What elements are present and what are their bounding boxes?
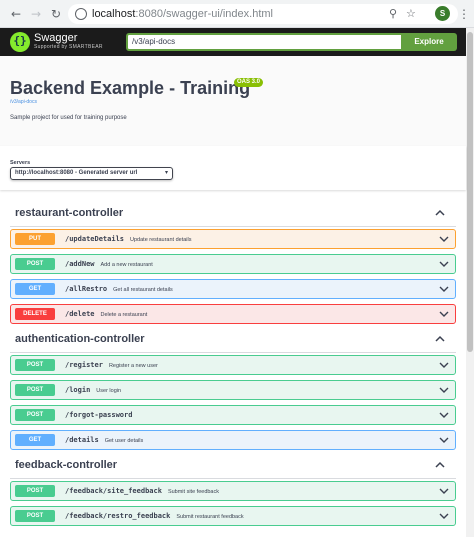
page-scrollbar[interactable] <box>466 28 474 537</box>
operation-path: /forgot-password <box>65 411 133 419</box>
chevron-down-icon[interactable] <box>439 234 449 244</box>
url-text: localhost:8080/swagger-ui/index.html <box>92 8 273 20</box>
version-badge: OAS 3.0 <box>234 78 264 87</box>
chevron-down-icon[interactable] <box>439 486 449 496</box>
operation-path: /delete Delete a restaurant <box>65 310 148 318</box>
tag-feedback-controller[interactable]: feedback-controller <box>10 453 456 479</box>
logo-text: Swagger <box>34 32 78 44</box>
operation-get-details[interactable]: GET /details Get user details <box>10 430 456 450</box>
chevron-down-icon[interactable] <box>439 511 449 521</box>
method-badge: DELETE <box>15 308 55 320</box>
operation-path: /register Register a new user <box>65 361 158 369</box>
spec-url-input[interactable]: /v3/api-docs <box>126 33 403 51</box>
operation-post-register[interactable]: POST /register Register a new user <box>10 355 456 375</box>
tag-title: feedback-controller <box>15 459 118 471</box>
method-badge: GET <box>15 283 55 295</box>
operation-summary: Submit restaurant feedback <box>176 514 244 520</box>
chevron-down-icon[interactable] <box>439 259 449 269</box>
servers-select[interactable]: http://localhost:8080 - Generated server… <box>10 167 173 180</box>
servers-selected-value: http://localhost:8080 - Generated server… <box>15 170 138 176</box>
chevron-down-icon[interactable] <box>439 385 449 395</box>
operation-post-addnew[interactable]: POST /addNew Add a new restaurant <box>10 254 456 274</box>
chevron-down-icon[interactable] <box>439 435 449 445</box>
method-badge: POST <box>15 359 55 371</box>
reload-icon[interactable]: ↻ <box>48 6 64 22</box>
chevron-up-icon[interactable] <box>434 459 446 471</box>
method-badge: POST <box>15 485 55 497</box>
arrow-left-icon[interactable]: ← <box>8 6 24 22</box>
operation-summary: Register a new user <box>108 363 158 369</box>
operation-path: /allRestro Get all restaurant details <box>65 285 173 293</box>
operation-summary: Delete a restaurant <box>100 312 148 318</box>
chevron-down-icon[interactable] <box>439 309 449 319</box>
browser-toolbar: ← → ↻ localhost:8080/swagger-ui/index.ht… <box>0 0 474 28</box>
tag-authentication-controller[interactable]: authentication-controller <box>10 327 456 353</box>
logo-subtext: Supported by SMARTBEAR <box>34 44 103 50</box>
method-badge: GET <box>15 434 55 446</box>
operation-summary: Get all restaurant details <box>113 287 173 293</box>
operation-post-site-feedback[interactable]: POST /feedback/site_feedback Submit site … <box>10 481 456 501</box>
swagger-topbar: {} Swagger Supported by SMARTBEAR /v3/ap… <box>0 28 466 56</box>
operation-put-updatedetails[interactable]: PUT /updateDetails Update restaurant deta… <box>10 229 456 249</box>
method-badge: POST <box>15 510 55 522</box>
operation-get-allrestro[interactable]: GET /allRestro Get all restaurant details <box>10 279 456 299</box>
method-badge: POST <box>15 409 55 421</box>
operation-path: /login User login <box>65 386 122 394</box>
operation-path: /updateDetails Update restaurant details <box>65 235 192 243</box>
tag-title: authentication-controller <box>15 333 145 345</box>
page-title: Backend Example - Training <box>10 78 251 98</box>
chevron-down-icon: ▾ <box>164 169 168 176</box>
zoom-icon[interactable]: ⚲ <box>389 7 397 21</box>
operation-path: /details Get user details <box>65 436 144 444</box>
operation-summary: Get user details <box>104 438 144 444</box>
swagger-logo[interactable]: {} Swagger Supported by SMARTBEAR <box>10 31 110 53</box>
operation-summary: Submit site feedback <box>167 489 219 495</box>
operation-post-login[interactable]: POST /login User login <box>10 380 456 400</box>
api-info: Backend Example - Training OAS 3.0 /v3/a… <box>0 56 466 146</box>
method-badge: PUT <box>15 233 55 245</box>
arrow-right-icon[interactable]: → <box>28 6 44 22</box>
swagger-logo-icon: {} <box>10 32 30 52</box>
explore-button[interactable]: Explore <box>401 33 457 51</box>
site-info-icon[interactable] <box>75 8 87 20</box>
method-badge: POST <box>15 384 55 396</box>
api-description: Sample project for used for training pur… <box>10 115 127 121</box>
operation-post-forgot-password[interactable]: POST /forgot-password <box>10 405 456 425</box>
chevron-up-icon[interactable] <box>434 333 446 345</box>
operation-path: /feedback/site_feedback Submit site feedb… <box>65 487 219 495</box>
browser-menu-icon[interactable]: ⋮ <box>458 6 470 22</box>
operation-summary: Update restaurant details <box>130 237 192 243</box>
operation-delete-delete[interactable]: DELETE /delete Delete a restaurant <box>10 304 456 324</box>
operation-summary: Add a new restaurant <box>100 262 153 268</box>
scrollbar-thumb[interactable] <box>467 32 473 352</box>
servers-label: Servers <box>10 160 31 166</box>
chevron-down-icon[interactable] <box>439 360 449 370</box>
operation-path: /addNew Add a new restaurant <box>65 260 153 268</box>
chevron-up-icon[interactable] <box>434 207 446 219</box>
chevron-down-icon[interactable] <box>439 284 449 294</box>
operation-path: /feedback/restro_feedback Submit restaura… <box>65 512 244 520</box>
operation-post-restro-feedback[interactable]: POST /feedback/restro_feedback Submit res… <box>10 506 456 526</box>
tag-restaurant-controller[interactable]: restaurant-controller <box>10 201 456 227</box>
address-bar[interactable]: localhost:8080/swagger-ui/index.html ⚲ ☆ <box>68 4 458 24</box>
method-badge: POST <box>15 258 55 270</box>
servers-section: Servers http://localhost:8080 - Generate… <box>0 146 466 190</box>
spec-link[interactable]: /v3/api-docs <box>10 99 37 105</box>
operation-summary: User login <box>96 388 122 394</box>
bookmark-star-icon[interactable]: ☆ <box>406 7 416 21</box>
chevron-down-icon[interactable] <box>439 410 449 420</box>
tag-title: restaurant-controller <box>15 207 124 219</box>
profile-avatar[interactable]: S <box>435 6 450 21</box>
